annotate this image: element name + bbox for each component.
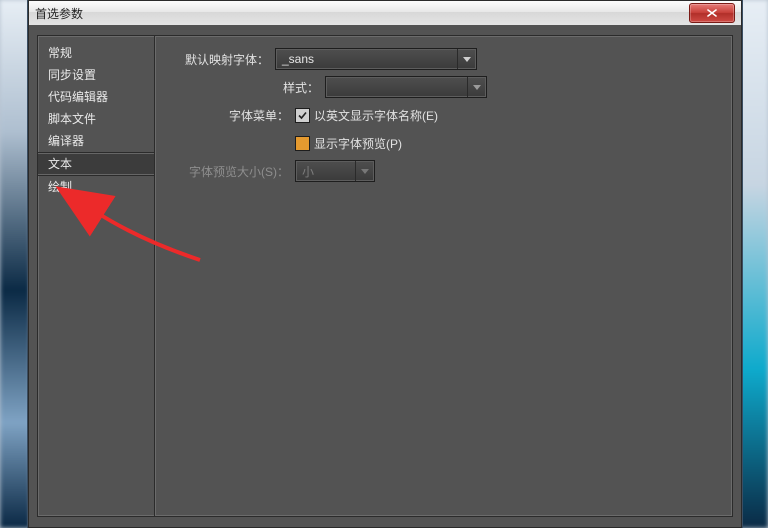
text-settings-panel: 默认映射字体： _sans 样式： xyxy=(155,36,732,516)
close-icon xyxy=(707,9,717,17)
titlebar[interactable]: 首选参数 xyxy=(29,1,741,26)
dropdown-arrow-icon xyxy=(467,77,486,97)
preview-size-value: 小 xyxy=(302,163,314,180)
sidebar-item-code-editor[interactable]: 代码编辑器 xyxy=(38,86,154,108)
check-icon xyxy=(297,110,308,121)
style-dropdown[interactable] xyxy=(325,76,487,98)
english-names-label: 以英文显示字体名称(E) xyxy=(314,107,438,124)
preview-size-label: 字体预览大小(S)： xyxy=(171,163,295,180)
sidebar-item-compiler[interactable]: 编译器 xyxy=(38,130,154,152)
style-label: 样式： xyxy=(171,79,325,96)
window-title: 首选参数 xyxy=(35,5,83,22)
dropdown-arrow-icon xyxy=(457,49,476,69)
default-font-dropdown[interactable]: _sans xyxy=(275,48,477,70)
sidebar-item-text[interactable]: 文本 xyxy=(38,152,154,176)
default-font-label: 默认映射字体： xyxy=(171,51,275,68)
sidebar-item-script-files[interactable]: 脚本文件 xyxy=(38,108,154,130)
sidebar-item-sync[interactable]: 同步设置 xyxy=(38,64,154,86)
english-names-checkbox[interactable] xyxy=(295,108,310,123)
preview-size-dropdown: 小 xyxy=(295,160,375,182)
sidebar-item-general[interactable]: 常规 xyxy=(38,42,154,64)
dropdown-arrow-icon xyxy=(355,161,374,181)
category-sidebar: 常规 同步设置 代码编辑器 脚本文件 编译器 文本 绘制 xyxy=(38,36,155,516)
default-font-value: _sans xyxy=(282,52,314,66)
close-button[interactable] xyxy=(689,3,735,23)
sidebar-item-draw[interactable]: 绘制 xyxy=(38,176,154,198)
font-preview-label: 显示字体预览(P) xyxy=(314,135,402,152)
preferences-dialog: 首选参数 常规 同步设置 代码编辑器 脚本文件 编译器 文本 绘制 xyxy=(28,0,742,528)
font-preview-checkbox[interactable] xyxy=(295,136,310,151)
font-menu-label: 字体菜单： xyxy=(171,107,295,124)
